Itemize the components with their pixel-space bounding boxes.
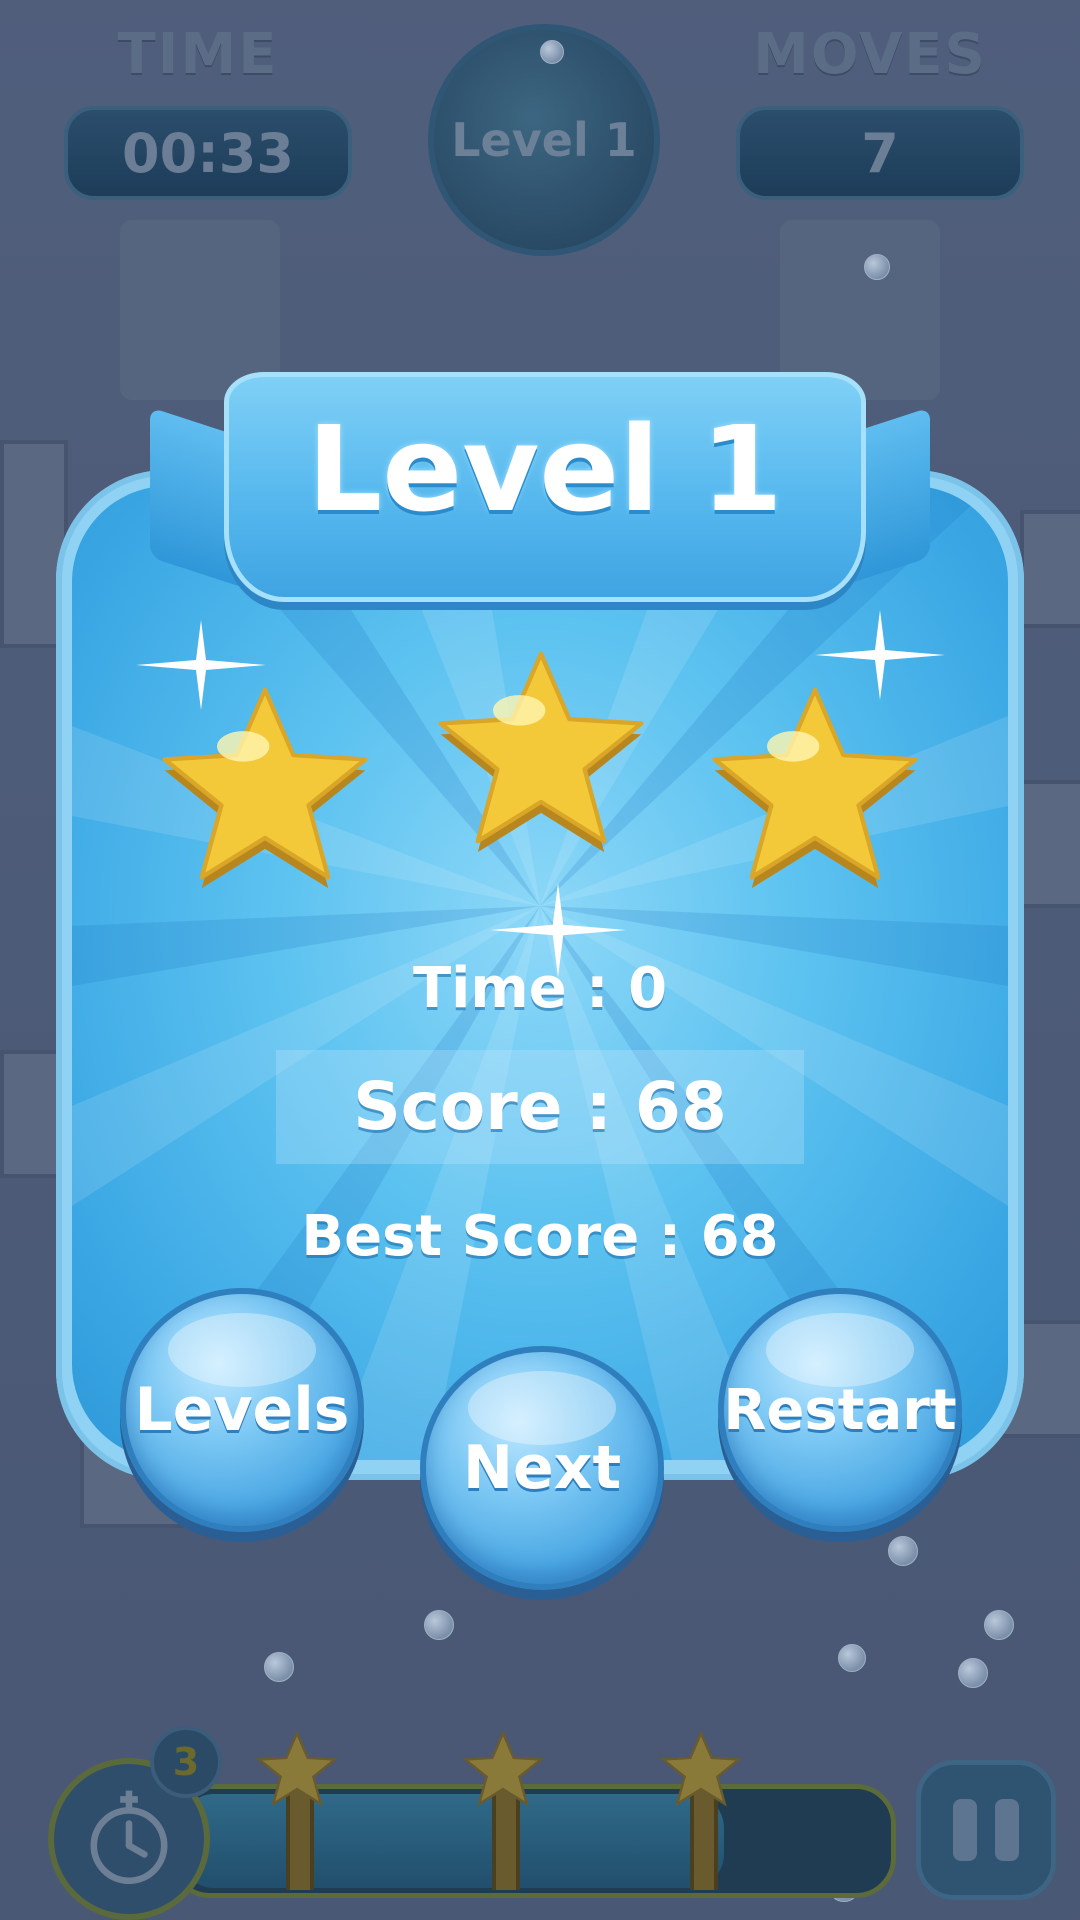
bubble [958,1658,988,1688]
star-marker-icon [462,1730,544,1807]
next-button-label: Next [462,1433,622,1503]
pause-icon [953,1799,977,1861]
bg-pipe [1020,510,1080,628]
bubble [424,1610,454,1640]
bubble [864,254,890,280]
levels-button-label: Levels [134,1375,350,1445]
star-3-icon [712,687,918,889]
bg-pipe [1020,780,1080,908]
result-title: Level 1 [307,400,783,538]
bubble [984,1610,1014,1640]
restart-button-label: Restart [723,1377,957,1443]
bubble [264,1652,294,1682]
star-2-icon [438,651,644,853]
levels-button[interactable]: Levels [120,1288,364,1532]
best-score-result: Best Score : 68 [301,1204,779,1269]
moves-value: 7 [736,106,1024,200]
moves-label: MOVES [753,22,987,87]
hint-count-badge: 3 [150,1726,222,1798]
star-1-icon [162,687,368,889]
pause-button[interactable] [916,1760,1056,1900]
button-gloss [765,1312,915,1387]
sparkle-icon [815,610,945,700]
restart-button[interactable]: Restart [718,1288,962,1532]
star-marker-icon [660,1730,742,1807]
time-result: Time : 0 [412,956,668,1021]
sparkle-icon [136,620,266,710]
next-button[interactable]: Next [420,1346,664,1590]
score-result: Score : 68 [353,1068,727,1145]
pause-icon [995,1799,1019,1861]
bubble [888,1536,918,1566]
time-label: TIME [117,22,279,87]
bubble [838,1644,866,1672]
star-marker-icon [256,1730,338,1807]
bubble [540,40,564,64]
alarm-clock-icon [90,1790,168,1885]
time-value: 00:33 [64,106,352,200]
